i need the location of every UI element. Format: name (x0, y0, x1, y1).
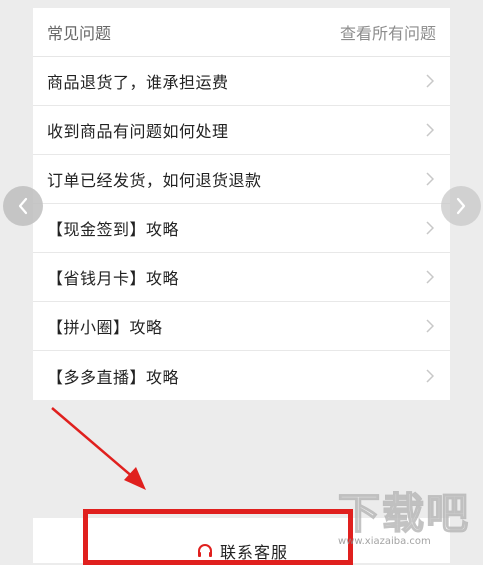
faq-list: 商品退货了，谁承担运费 收到商品有问题如何处理订单已经发货，如何退货退款 【现金签到… (33, 57, 450, 400)
chevron-right-icon (424, 267, 436, 287)
faq-item-label: 【拼小圈】攻略 (47, 318, 163, 337)
faq-item[interactable]: 【省钱月卡】攻略 (33, 253, 450, 302)
carousel-prev-button[interactable] (3, 186, 43, 226)
chevron-right-icon (424, 366, 436, 386)
faq-item[interactable]: 【现金签到】攻略 (33, 204, 450, 253)
faq-item-label: 收到商品有问题如何处理 (47, 122, 229, 141)
faq-item-label: 【现金签到】攻略 (47, 220, 180, 239)
faq-item-label: 【多多直播】攻略 (47, 367, 180, 387)
watermark-logo: 下载吧 www.xiazaiba.com (337, 489, 478, 552)
chevron-right-icon (424, 120, 436, 140)
view-all-questions-link[interactable]: 查看所有问题 (340, 20, 436, 44)
faq-item-label: 订单已经发货，如何退货退款 (47, 171, 262, 190)
contact-service-button[interactable]: 联系客服 (196, 539, 288, 563)
chevron-right-icon (456, 197, 466, 215)
contact-service-label: 联系客服 (220, 543, 289, 562)
headset-icon (198, 544, 212, 557)
faq-header: 常见问题 查看所有问题 (33, 8, 450, 57)
faq-item-label: 【省钱月卡】攻略 (47, 269, 180, 288)
chevron-right-icon (424, 71, 436, 91)
chevron-right-icon (424, 218, 436, 238)
faq-item[interactable]: 订单已经发货，如何退货退款 (33, 155, 450, 204)
faq-item[interactable]: 【拼小圈】攻略 (33, 302, 450, 351)
faq-card: 常见问题 查看所有问题 商品退货了，谁承担运费 收到商品有问题如何处理订单已经发货… (33, 8, 450, 400)
chevron-right-icon (424, 169, 436, 189)
faq-item[interactable]: 收到商品有问题如何处理 (33, 106, 450, 155)
carousel-next-button[interactable] (441, 186, 481, 226)
watermark-text: 下载吧 (337, 489, 471, 538)
chevron-left-icon (18, 197, 28, 215)
faq-title: 常见问题 (47, 24, 112, 43)
faq-item-label: 商品退货了，谁承担运费 (47, 73, 229, 92)
faq-item[interactable]: 【多多直播】攻略 (33, 351, 450, 400)
chevron-right-icon (424, 316, 436, 336)
faq-item[interactable]: 商品退货了，谁承担运费 (33, 57, 450, 106)
